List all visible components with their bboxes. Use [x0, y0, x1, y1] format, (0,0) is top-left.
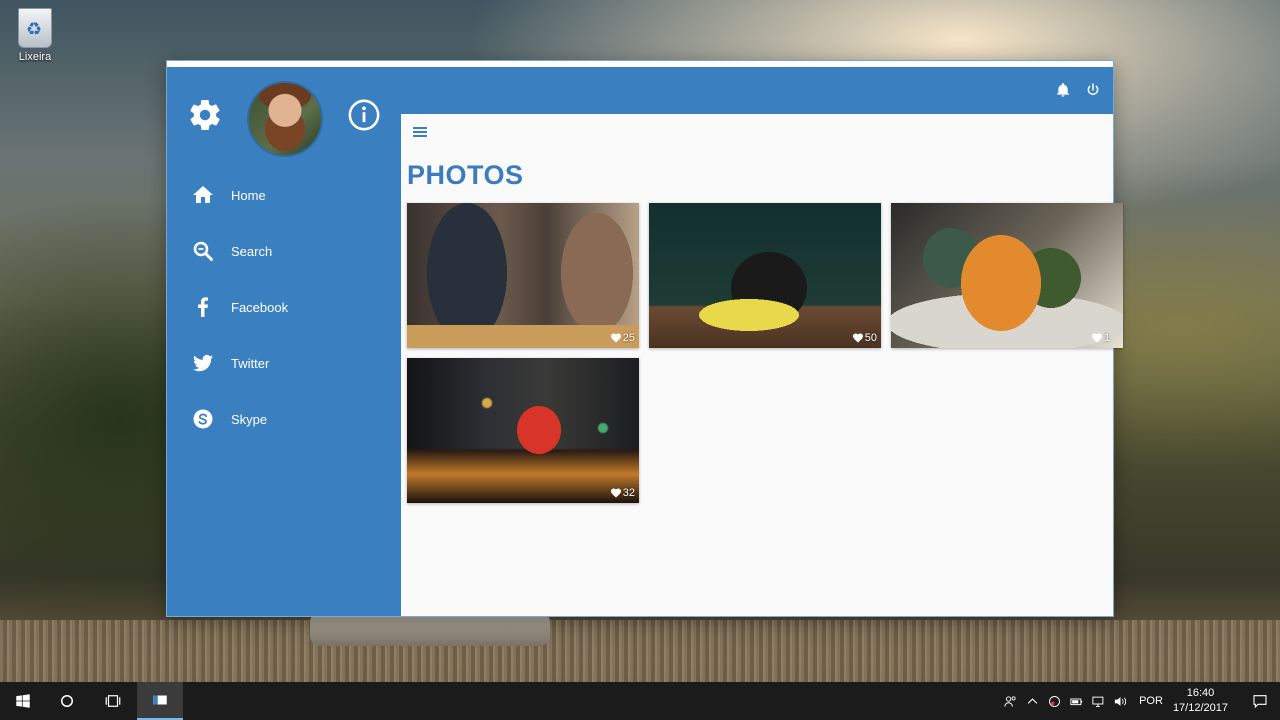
sidebar-item-twitter[interactable]: Twitter: [167, 335, 401, 391]
sidebar-item-label: Search: [231, 243, 273, 259]
likes-count: 1: [1104, 332, 1111, 344]
clock-date: 17/12/2017: [1172, 702, 1228, 714]
home-icon: [193, 186, 213, 203]
likes-count: 50: [864, 332, 877, 344]
sidebar-item-search[interactable]: Search: [167, 223, 401, 279]
main-content: PHOTOS 25 50 1 32: [401, 114, 1123, 616]
photo-card-city-tram-night[interactable]: 32: [407, 358, 639, 503]
page-title: PHOTOS: [407, 160, 524, 190]
action-center-button[interactable]: [1240, 682, 1280, 720]
desktop-ground: [0, 620, 1280, 682]
photo-card-pumpkins[interactable]: 1: [891, 203, 1123, 348]
sidebar-item-home[interactable]: Home: [167, 167, 401, 223]
likes-count: 32: [622, 487, 635, 499]
facebook-icon: [198, 297, 208, 317]
recycle-bin-label: Lixeira: [18, 51, 52, 63]
input-language[interactable]: POR: [1139, 695, 1163, 707]
likes-count: 25: [622, 332, 635, 344]
app-window-icon: [153, 695, 167, 705]
tray-item-volume[interactable]: [1109, 682, 1131, 720]
speaker-icon: [1114, 696, 1126, 706]
system-tray: POR 16:40 17/12/2017: [999, 682, 1280, 720]
clock-time: 16:40: [1186, 687, 1215, 699]
sidebar: Home Search Facebook Twitter Skype: [167, 67, 401, 616]
bell-icon[interactable]: [1055, 82, 1071, 98]
sidebar-item-skype[interactable]: Skype: [167, 391, 401, 447]
tray-item-show-hidden[interactable]: [1021, 682, 1043, 720]
hamburger-menu-icon[interactable]: [413, 127, 427, 139]
recycle-bin-icon: [18, 8, 52, 48]
skype-icon: [193, 409, 213, 429]
info-icon[interactable]: [347, 98, 381, 132]
cortana-circle-icon: [61, 695, 73, 707]
gear-icon[interactable]: [187, 97, 223, 133]
photo-likes: 1: [1091, 332, 1110, 344]
sidebar-item-label: Facebook: [231, 299, 289, 315]
tray-item-people[interactable]: [999, 682, 1021, 720]
heart-icon: [1092, 333, 1102, 343]
avatar[interactable]: [247, 81, 323, 157]
battery-icon: [1070, 698, 1082, 705]
photo-likes: 25: [610, 332, 635, 344]
heart-icon: [610, 333, 621, 343]
network-icon: [1092, 696, 1103, 707]
photo-likes: 50: [852, 332, 877, 344]
photo-likes: 32: [610, 487, 635, 499]
app-tray-icon: [1048, 695, 1060, 707]
start-button[interactable]: [0, 682, 46, 720]
sidebar-item-label: Twitter: [231, 355, 270, 371]
heart-icon: [852, 333, 863, 343]
sidebar-item-label: Skype: [231, 411, 268, 427]
photo-card-people-with-coffee[interactable]: 25: [407, 203, 639, 348]
people-icon: [1004, 695, 1016, 707]
windows-logo-icon: [16, 694, 30, 708]
taskbar-app-button[interactable]: [137, 682, 183, 720]
taskbar: POR 16:40 17/12/2017: [0, 682, 1280, 720]
power-icon[interactable]: [1085, 82, 1101, 98]
twitter-icon: [193, 354, 213, 372]
tray-item-network[interactable]: [1087, 682, 1109, 720]
photo-card-coffee-cup-flowers[interactable]: 50: [649, 203, 881, 348]
notification-icon: [1253, 695, 1267, 709]
cortana-button[interactable]: [44, 682, 90, 720]
task-view-button[interactable]: [90, 682, 136, 720]
chevron-up-icon: [1027, 697, 1037, 704]
sidebar-item-facebook[interactable]: Facebook: [167, 279, 401, 335]
search-icon: [193, 241, 213, 261]
tray-item-app[interactable]: [1043, 682, 1065, 720]
tray-item-battery[interactable]: [1065, 682, 1087, 720]
sidebar-item-label: Home: [231, 187, 266, 203]
clock[interactable]: 16:40 17/12/2017: [1173, 686, 1228, 716]
app-window: Home Search Facebook Twitter Skype PHOTO…: [166, 60, 1123, 617]
sidebar-nav: Home Search Facebook Twitter Skype: [167, 167, 401, 447]
heart-icon: [610, 488, 621, 498]
recycle-bin-desktop-icon[interactable]: Lixeira: [12, 8, 58, 63]
top-bar: [401, 67, 1113, 114]
desktop-background-object: [310, 612, 550, 646]
task-view-icon: [105, 695, 121, 707]
